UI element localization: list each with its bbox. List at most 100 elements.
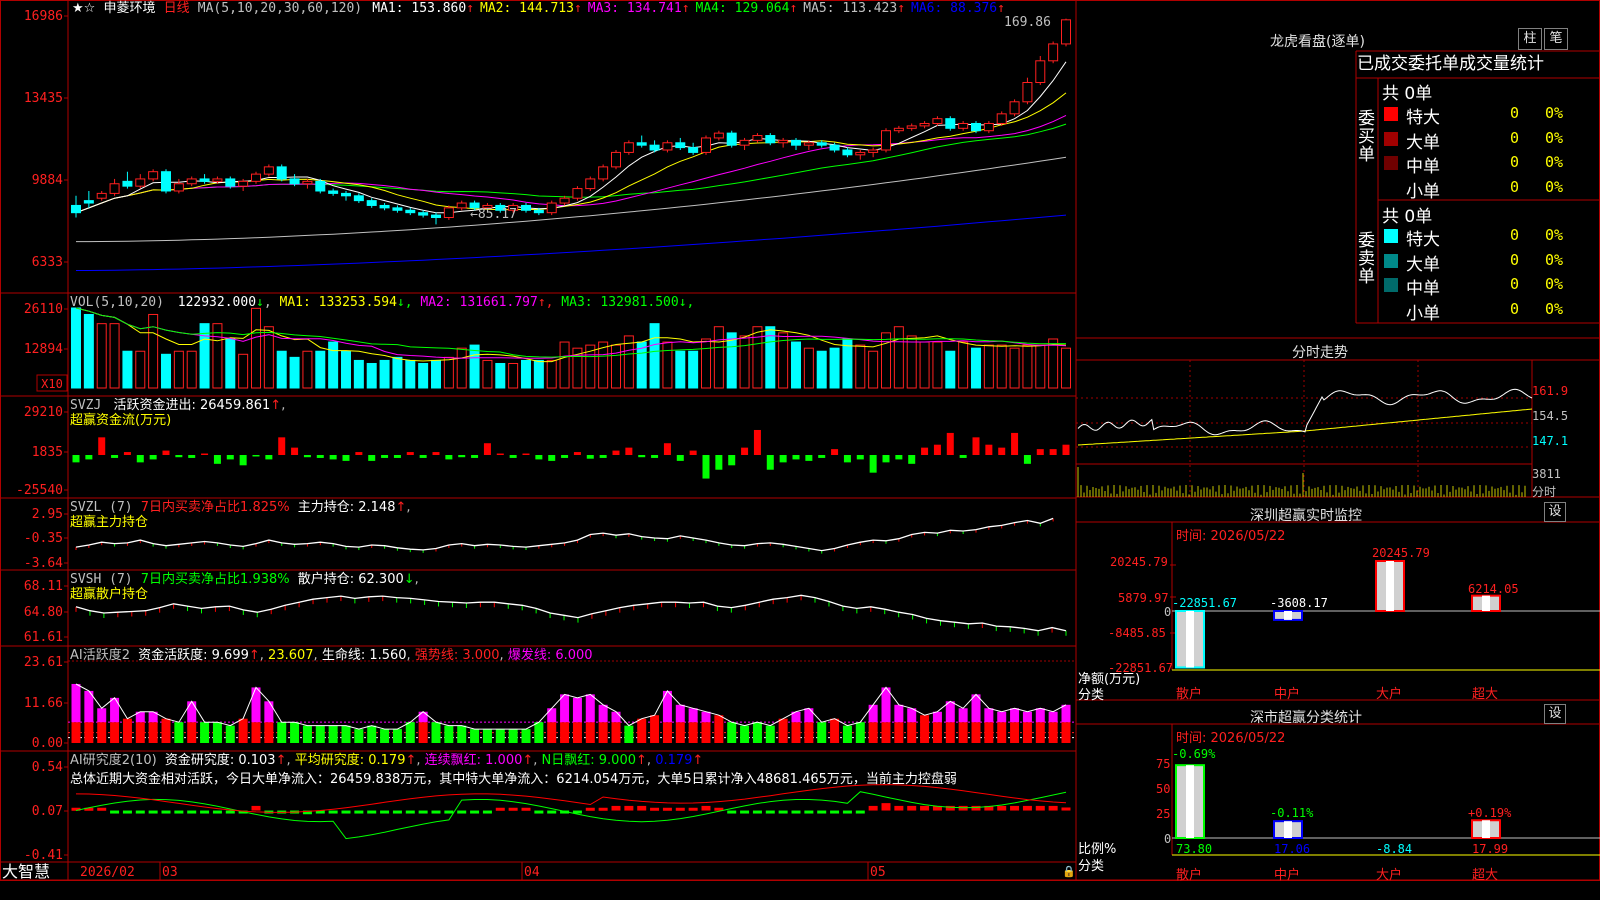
svzj-tick: 1835: [32, 445, 63, 460]
fund-flow-bar: [638, 455, 646, 458]
star-outline-icon[interactable]: ☆: [84, 1, 96, 16]
class-settings-button[interactable]: 设: [1544, 704, 1566, 724]
bar-mode-button[interactable]: 柱: [1518, 28, 1542, 50]
fund-flow-bar: [226, 455, 234, 460]
candle-body: [919, 122, 930, 127]
fund-flow-bar: [445, 455, 453, 460]
activity-bar-base: [881, 722, 891, 743]
svzl-tick: -3.64: [24, 556, 63, 571]
volume-bar: [366, 362, 377, 389]
volume-bar: [662, 341, 673, 389]
activity-bar: [495, 729, 505, 743]
candle-body: [868, 149, 879, 153]
pen-mode-button[interactable]: 笔: [1544, 28, 1568, 50]
research-bar: [200, 810, 210, 814]
candle-body: [906, 125, 917, 129]
candle-body: [958, 122, 969, 129]
fund-flow-bar: [702, 455, 710, 479]
sell-row-count: 0: [1510, 299, 1520, 318]
sell-row-pct: 0%: [1545, 299, 1564, 318]
monitor-bar-shine: [1186, 611, 1194, 668]
class-bar-shine: [1482, 820, 1490, 838]
activity-bar-base: [958, 722, 968, 743]
research-bar: [225, 810, 235, 814]
activity-bar-top: [97, 708, 107, 723]
activity-bar-base: [1048, 722, 1058, 743]
sell-total: 共 0单: [1382, 207, 1433, 227]
activity-bar-top: [611, 711, 621, 723]
star-icon[interactable]: ★: [72, 1, 84, 16]
fund-flow-bar: [316, 455, 324, 458]
research-bar: [534, 810, 544, 814]
activity-bar: [457, 725, 467, 743]
volume-bar: [958, 341, 969, 389]
activity-bar: [354, 729, 364, 743]
fund-flow-bar: [985, 444, 993, 455]
activity-bar-base: [662, 722, 672, 743]
research-bar: [495, 807, 505, 811]
buy-row-name: 特大: [1406, 108, 1440, 128]
research-bar: [740, 810, 750, 814]
buy-row-pct: 0%: [1545, 177, 1564, 196]
ma3-line: [75, 114, 1067, 214]
buy-row-pct: 0%: [1545, 104, 1564, 122]
volume-bar: [816, 350, 827, 389]
candle-body: [803, 142, 814, 146]
fund-flow-bar: [496, 453, 504, 455]
fund-flow-bar: [265, 455, 273, 460]
lock-icon[interactable]: 🔒: [1062, 864, 1076, 879]
volume-bar: [122, 350, 133, 389]
fund-flow-bar: [381, 455, 389, 458]
volume-bar: [71, 307, 81, 389]
fund-flow-bar: [252, 455, 260, 457]
main-tick: 9884: [32, 173, 63, 188]
volume-bar: [508, 362, 519, 389]
activity-bar: [405, 722, 415, 743]
fund-flow-bar: [483, 443, 491, 455]
fund-flow-bar: [111, 455, 119, 458]
vol-ma-value-2: MA2: 131661.797: [420, 295, 538, 310]
monitor-value: 6214.05: [1468, 582, 1519, 596]
volume-bar: [315, 350, 326, 389]
sell-swatch: [1384, 229, 1398, 243]
research-bar: [470, 810, 480, 814]
buy-row-count: 0: [1510, 153, 1520, 171]
candle-body: [315, 180, 326, 192]
main-header: ★☆ 申菱环境 日线 MA(5,10,20,30,60,120) MA1: 15…: [72, 1, 1005, 16]
brand-logo: 大智慧: [2, 862, 51, 881]
intraday-price-line: [1077, 388, 1533, 436]
buy-row-count: 0: [1510, 104, 1520, 122]
class-category: 中户: [1274, 868, 1301, 883]
sell-row-count: 0: [1510, 226, 1520, 244]
ma1-line: [75, 61, 1067, 214]
volume-bar: [791, 341, 801, 389]
candle-body: [1061, 19, 1071, 45]
research-bar: [868, 805, 878, 811]
monitor-time: 时间: 2026/05/22: [1176, 529, 1286, 544]
activity-bar: [727, 722, 737, 743]
activity-bar: [778, 718, 788, 743]
class-bar-shine: [1284, 821, 1292, 838]
buy-swatch: [1384, 131, 1398, 146]
activity-bar-top: [1048, 711, 1058, 723]
candle-body: [572, 188, 583, 199]
candle-body: [418, 212, 429, 216]
candle-body: [379, 204, 390, 209]
candle-body: [881, 130, 891, 151]
fund-flow-bar: [959, 455, 967, 458]
volume-bar: [238, 353, 249, 389]
activity-bar-base: [1022, 722, 1032, 743]
ma-value-1: MA1: 153.860: [372, 1, 467, 16]
activity-bar-base: [187, 722, 197, 743]
fund-flow-bar: [522, 453, 530, 455]
period-label[interactable]: 日线: [164, 1, 190, 16]
monitor-settings-button[interactable]: 设: [1544, 502, 1566, 522]
activity-bar-base: [572, 722, 582, 743]
fund-flow-bar: [856, 455, 864, 460]
activity-bar-base: [585, 722, 595, 743]
research-bar: [431, 810, 441, 814]
activity-bar: [842, 725, 852, 743]
fund-flow-bar: [355, 452, 363, 455]
main-tick: 6333: [32, 255, 63, 270]
fund-flow-bar: [85, 455, 93, 460]
